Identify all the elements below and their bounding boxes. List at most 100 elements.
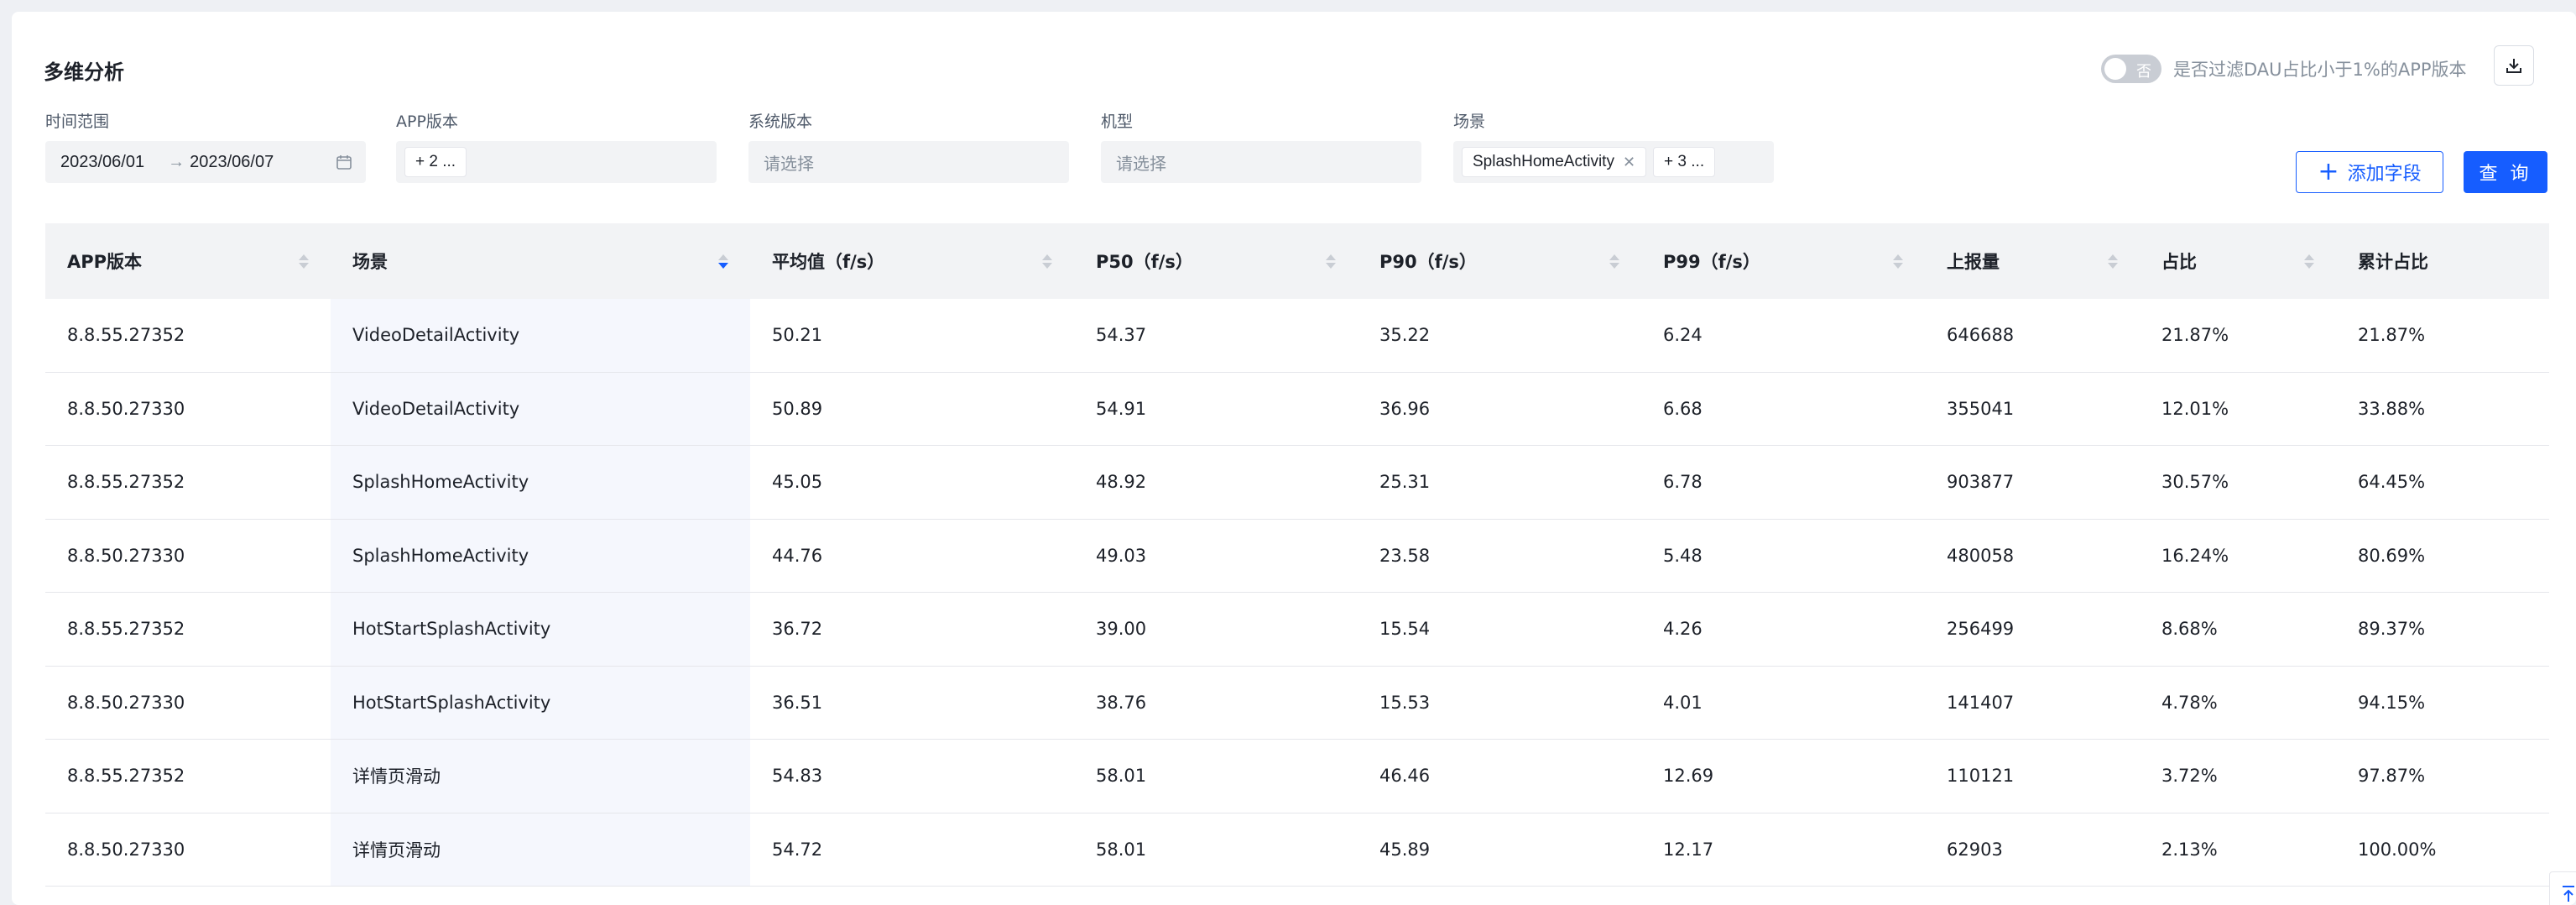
table-row: 8.8.50.27330 SplashHomeActivity 44.76 49.03… (45, 519, 2549, 593)
add-field-label: 添加字段 (2347, 164, 2422, 185)
cell-scene: VideoDetailActivity (331, 299, 750, 372)
cell-p90: 45.89 (1379, 839, 1431, 860)
cell-avg: 45.05 (772, 472, 823, 493)
cell-ratio: 8.68% (2161, 619, 2218, 640)
app-version-label: APP版本 (396, 112, 458, 131)
sort-icon[interactable] (1609, 254, 1619, 269)
cell-scene: 详情页滑动 (331, 740, 750, 813)
sort-icon[interactable] (718, 254, 728, 269)
cell-scene: VideoDetailActivity (331, 372, 750, 445)
cell-p50: 54.37 (1096, 325, 1147, 346)
col-header-p50[interactable]: P50（f/s） (1074, 223, 1358, 299)
col-header-label: P50（f/s） (1096, 252, 1193, 272)
multi-dim-analysis-card: 多维分析 否 是否过滤DAU占比小于1%的APP版本 时间范围 2023/06/… (12, 12, 2576, 905)
time-range-label: 时间范围 (45, 112, 110, 131)
cell-p99: 5.48 (1663, 545, 1703, 566)
app-version-select[interactable]: + 2 ... (396, 141, 717, 183)
device-model-select[interactable]: 请选择 (1101, 141, 1421, 183)
cell-avg: 54.72 (772, 839, 823, 860)
sort-icon[interactable] (1893, 254, 1903, 269)
table-row: 8.8.50.27330 HotStartSplashActivity 36.51 3… (45, 666, 2549, 740)
filter-toggle-group: 否 是否过滤DAU占比小于1%的APP版本 (2101, 49, 2467, 89)
col-header-cumulative-ratio: 累计占比 (2336, 223, 2549, 299)
query-button[interactable]: 查 询 (2464, 151, 2547, 193)
plus-icon: + (2318, 157, 2339, 186)
col-header-label: 累计占比 (2358, 252, 2428, 272)
cell-p50: 58.01 (1096, 766, 1147, 787)
cell-report-count: 256499 (1947, 619, 2015, 640)
cell-p90: 46.46 (1379, 766, 1431, 787)
cell-app-version: 8.8.55.27352 (67, 472, 185, 493)
col-header-p99[interactable]: P99（f/s） (1641, 223, 1925, 299)
download-button[interactable] (2494, 45, 2534, 86)
cell-avg: 36.51 (772, 692, 823, 713)
end-date[interactable]: 2023/06/07 (190, 153, 274, 172)
sort-icon[interactable] (1326, 254, 1336, 269)
cell-p50: 38.76 (1096, 692, 1147, 713)
os-version-select[interactable]: 请选择 (748, 141, 1069, 183)
cell-app-version: 8.8.50.27330 (67, 839, 185, 860)
os-version-label: 系统版本 (748, 112, 813, 131)
cell-ratio: 4.78% (2161, 692, 2218, 713)
col-header-label: P90（f/s） (1379, 252, 1477, 272)
cell-cumulative-ratio: 64.45% (2358, 472, 2426, 493)
sort-icon[interactable] (299, 254, 309, 269)
cell-p90: 15.54 (1379, 619, 1431, 640)
add-field-button[interactable]: + 添加字段 (2296, 151, 2443, 193)
col-header-label: APP版本 (67, 252, 143, 272)
scene-more-tag[interactable]: + 3 ... (1653, 147, 1716, 177)
device-model-filter: 机型 请选择 (1101, 109, 1421, 183)
scene-filter: 场景 SplashHomeActivity ✕ + 3 ... (1453, 109, 1774, 183)
date-range-picker[interactable]: 2023/06/01 → 2023/06/07 (45, 141, 366, 183)
back-to-top-button[interactable] (2549, 871, 2576, 905)
os-version-filter: 系统版本 请选择 (748, 109, 1069, 183)
sort-icon[interactable] (1042, 254, 1052, 269)
device-model-label: 机型 (1101, 112, 1134, 131)
col-header-ratio[interactable]: 占比 (2140, 223, 2336, 299)
col-header-label: 平均值（f/s） (772, 252, 885, 272)
scene-tag: SplashHomeActivity ✕ (1462, 147, 1647, 177)
page-title: 多维分析 (44, 60, 124, 84)
sort-icon[interactable] (2108, 254, 2118, 269)
cell-avg: 50.89 (772, 398, 823, 419)
cell-ratio: 16.24% (2161, 545, 2229, 566)
date-separator: → (168, 152, 185, 171)
cell-ratio: 21.87% (2161, 325, 2229, 346)
cell-cumulative-ratio: 97.87% (2358, 766, 2426, 787)
cell-p50: 54.91 (1096, 398, 1147, 419)
cell-app-version: 8.8.50.27330 (67, 398, 185, 419)
cell-p99: 6.78 (1663, 472, 1703, 493)
cell-p99: 12.17 (1663, 839, 1714, 860)
cell-cumulative-ratio: 89.37% (2358, 619, 2426, 640)
cell-avg: 54.83 (772, 766, 823, 787)
col-header-p90[interactable]: P90（f/s） (1358, 223, 1641, 299)
start-date[interactable]: 2023/06/01 (54, 153, 144, 172)
time-range-filter: 时间范围 2023/06/01 → 2023/06/07 (45, 109, 366, 183)
cell-p90: 35.22 (1379, 325, 1431, 346)
dau-filter-switch[interactable]: 否 (2101, 55, 2161, 83)
cell-p50: 39.00 (1096, 619, 1147, 640)
table-row: 8.8.55.27352 VideoDetailActivity 50.21 54.3… (45, 299, 2549, 373)
cell-p99: 6.68 (1663, 398, 1703, 419)
col-header-scene[interactable]: 场景 (331, 223, 750, 299)
col-header-label: P99（f/s） (1663, 252, 1760, 272)
cell-app-version: 8.8.50.27330 (67, 692, 185, 713)
cell-app-version: 8.8.55.27352 (67, 619, 185, 640)
cell-p99: 12.69 (1663, 766, 1714, 787)
table-row: 8.8.50.27330 VideoDetailActivity 50.89 54.9… (45, 372, 2549, 446)
cell-ratio: 12.01% (2161, 398, 2229, 419)
col-header-report-count[interactable]: 上报量 (1925, 223, 2140, 299)
table-row: 8.8.55.27352 SplashHomeActivity 45.05 48.92… (45, 446, 2549, 520)
col-header-avg[interactable]: 平均值（f/s） (750, 223, 1074, 299)
col-header-app-version[interactable]: APP版本 (45, 223, 331, 299)
cell-report-count: 480058 (1947, 545, 2015, 566)
cell-avg: 36.72 (772, 619, 823, 640)
app-version-more-tag[interactable]: + 2 ... (404, 147, 467, 177)
cell-ratio: 3.72% (2161, 766, 2218, 787)
cell-p90: 25.31 (1379, 472, 1431, 493)
scene-select[interactable]: SplashHomeActivity ✕ + 3 ... (1453, 141, 1774, 183)
close-icon[interactable]: ✕ (1623, 154, 1635, 171)
cell-p90: 15.53 (1379, 692, 1431, 713)
sort-icon[interactable] (2304, 254, 2314, 269)
cell-report-count: 903877 (1947, 472, 2015, 493)
